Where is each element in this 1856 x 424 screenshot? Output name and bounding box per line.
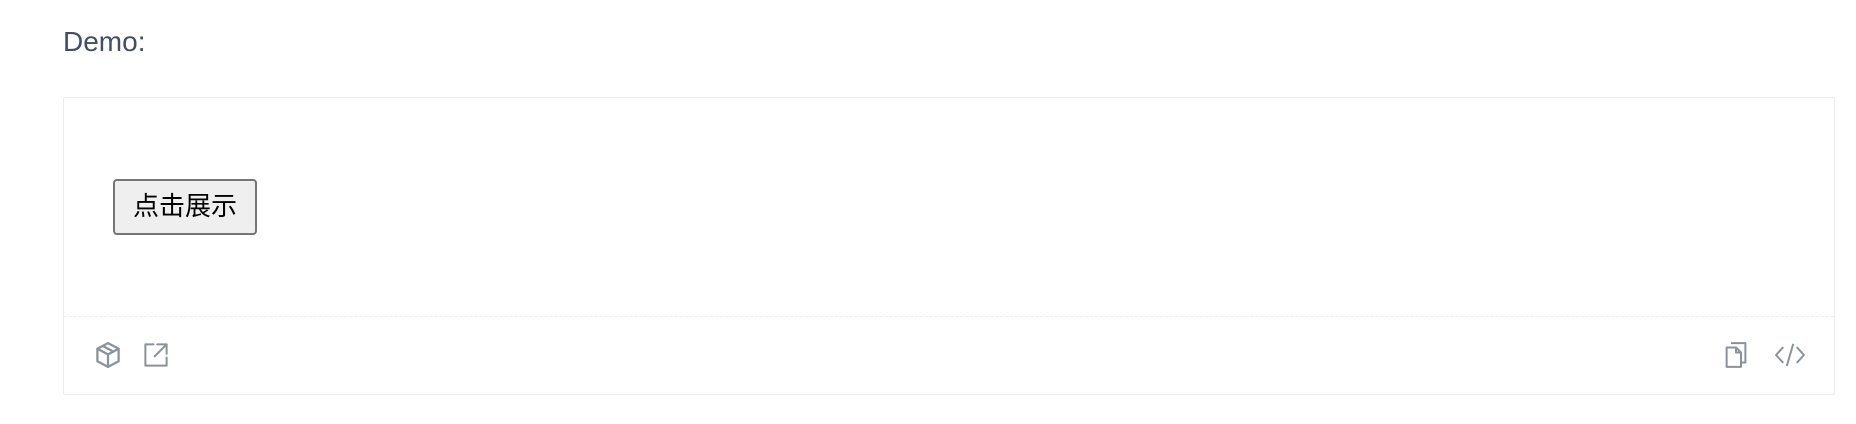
- copy-code-button[interactable]: [1718, 337, 1754, 373]
- show-button[interactable]: 点击展示: [113, 179, 257, 235]
- external-link-icon: [141, 340, 171, 370]
- codesandbox-icon: [93, 340, 123, 370]
- demo-preview: 点击展示: [64, 98, 1834, 317]
- demo-heading: Demo:: [63, 26, 146, 57]
- page: Demo: 点击展示: [0, 0, 1856, 424]
- show-code-button[interactable]: [1772, 337, 1808, 373]
- open-in-new-window-button[interactable]: [138, 337, 174, 373]
- open-codesandbox-button[interactable]: [90, 337, 126, 373]
- copy-icon: [1722, 340, 1750, 370]
- demo-actions-bar: [64, 317, 1834, 395]
- code-icon: [1773, 340, 1807, 370]
- demo-card: 点击展示: [63, 97, 1835, 395]
